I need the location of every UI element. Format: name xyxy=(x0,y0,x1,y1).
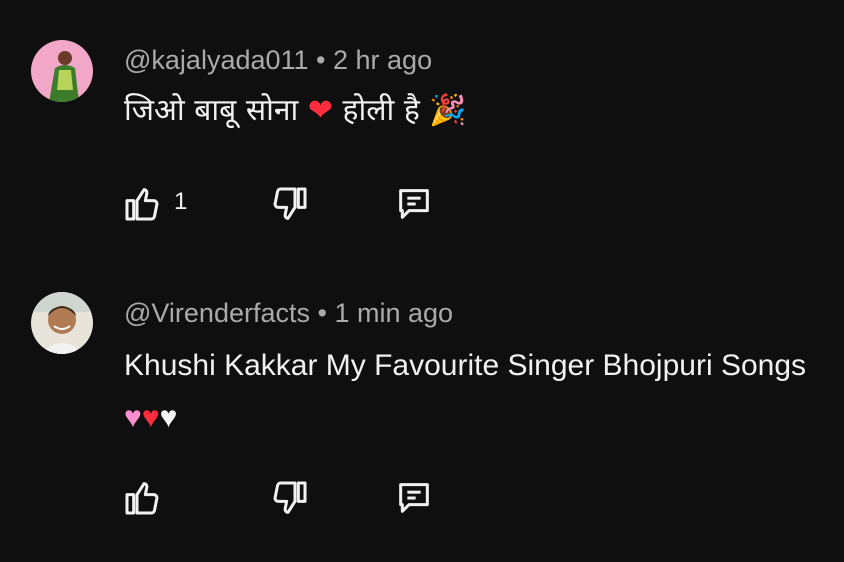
reply-comment-icon xyxy=(399,483,429,513)
comment-text-part: जिओ बाबू सोना xyxy=(124,93,308,128)
thumbs-down-icon xyxy=(273,481,307,514)
author-handle[interactable]: @kajalyada011 xyxy=(124,45,309,75)
avatar-image xyxy=(31,40,93,102)
comment-actions: 1 xyxy=(0,180,844,228)
meta-separator: • xyxy=(317,298,327,328)
pink-heart-emoji: ♥ xyxy=(124,401,142,434)
comment-text-part: Khushi Kakkar My Favourite Singer Bhojpu… xyxy=(124,349,807,382)
reply-button[interactable] xyxy=(390,474,438,522)
comment-text: Khushi Kakkar My Favourite Singer Bhojpu… xyxy=(124,340,824,444)
reply-comment-icon xyxy=(399,189,429,219)
author-handle[interactable]: @Virenderfacts xyxy=(124,298,310,328)
avatar-image xyxy=(31,292,93,354)
white-heart-emoji: ♥ xyxy=(159,401,178,434)
comment-meta: @Virenderfacts • 1 min ago xyxy=(124,298,453,329)
comment-text: जिओ बाबू सोना ❤ होली है 🎉 xyxy=(124,85,824,137)
comment-text-part: होली है xyxy=(332,93,430,128)
like-button[interactable] xyxy=(118,474,166,522)
thumbs-up-icon xyxy=(125,482,159,515)
like-button[interactable] xyxy=(118,180,166,228)
reply-button[interactable] xyxy=(390,180,438,228)
avatar[interactable] xyxy=(31,292,93,354)
red-heart-emoji: ♥ xyxy=(141,401,160,434)
comment-item: @kajalyada011 • 2 hr ago जिओ बाबू सोना ❤… xyxy=(0,0,844,260)
like-count: 1 xyxy=(174,188,188,215)
red-heart-emoji: ❤ xyxy=(307,93,333,128)
comment-time: 1 min ago xyxy=(334,298,454,328)
comment-actions xyxy=(0,474,844,522)
thumbs-down-icon xyxy=(273,187,307,220)
dislike-button[interactable] xyxy=(266,474,314,522)
dislike-button[interactable] xyxy=(266,180,314,228)
comment-meta: @kajalyada011 • 2 hr ago xyxy=(124,45,432,76)
comment-time: 2 hr ago xyxy=(333,45,433,75)
avatar[interactable] xyxy=(31,40,93,102)
party-popper-emoji: 🎉 xyxy=(429,93,467,128)
comment-item: @Virenderfacts • 1 min ago Khushi Kakkar… xyxy=(0,260,844,562)
meta-separator: • xyxy=(316,45,326,75)
thumbs-up-icon xyxy=(125,188,159,221)
